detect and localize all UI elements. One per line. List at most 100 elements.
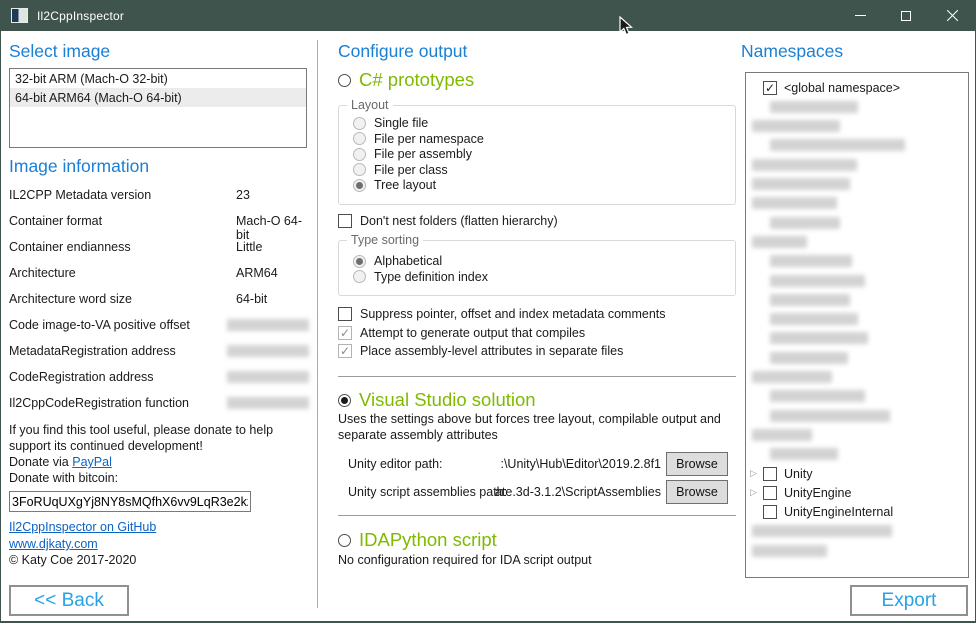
csharp-prototypes-radio[interactable] xyxy=(338,74,351,87)
namespace-item[interactable]: ▷ Unity xyxy=(746,464,968,483)
expander-icon[interactable]: ▷ xyxy=(750,487,762,498)
output-option-label: Suppress pointer, offset and index metad… xyxy=(360,307,666,321)
info-row: Container formatMach-O 64-bit xyxy=(9,214,309,242)
minimize-button[interactable] xyxy=(837,0,883,31)
close-icon xyxy=(947,10,958,21)
visual-studio-label: Visual Studio solution xyxy=(359,389,536,411)
namespace-item-redacted xyxy=(746,232,968,251)
output-option-checkbox[interactable] xyxy=(338,307,352,321)
idapython-radio[interactable] xyxy=(338,534,351,547)
layout-option[interactable]: File per class xyxy=(353,163,448,177)
namespace-item-redacted xyxy=(746,368,968,387)
redacted-namespace xyxy=(770,390,865,402)
export-button[interactable]: Export xyxy=(850,585,968,616)
type-sorting-option[interactable]: Alphabetical xyxy=(353,254,442,268)
visual-studio-option[interactable]: Visual Studio solution xyxy=(338,389,536,411)
browse-editor-path-button[interactable]: Browse xyxy=(666,452,728,476)
redacted-namespace xyxy=(752,178,850,190)
namespace-item-redacted xyxy=(746,290,968,309)
namespace-item-redacted xyxy=(746,329,968,348)
visual-studio-radio[interactable] xyxy=(338,394,351,407)
redacted-namespace xyxy=(770,313,858,325)
layout-option[interactable]: File per assembly xyxy=(353,147,472,161)
namespace-item[interactable]: UnityEngineInternal xyxy=(746,503,968,522)
namespaces-heading: Namespaces xyxy=(741,41,843,62)
redacted-value xyxy=(227,345,309,357)
copyright-text: © Katy Coe 2017-2020 xyxy=(9,553,136,567)
namespace-item-redacted xyxy=(746,425,968,444)
csharp-prototypes-label: C# prototypes xyxy=(359,69,474,91)
namespace-label: UnityEngineInternal xyxy=(784,505,893,519)
info-row-value: 23 xyxy=(236,188,309,202)
info-row-label: IL2CPP Metadata version xyxy=(9,188,236,202)
namespace-item-redacted xyxy=(746,310,968,329)
redacted-namespace xyxy=(770,101,858,113)
layout-radio[interactable] xyxy=(353,117,366,130)
configure-panel: Configure output C# prototypes Layout Si… xyxy=(338,31,736,623)
website-link[interactable]: www.djkaty.com xyxy=(9,537,98,551)
idapython-option[interactable]: IDAPython script xyxy=(338,529,497,551)
layout-option[interactable]: Single file xyxy=(353,116,428,130)
namespace-item[interactable]: ✓<global namespace> xyxy=(746,78,968,97)
namespace-checkbox[interactable] xyxy=(763,505,777,519)
layout-option[interactable]: File per namespace xyxy=(353,132,484,146)
namespace-checkbox[interactable] xyxy=(763,467,777,481)
flatten-hierarchy-checkbox[interactable] xyxy=(338,214,352,228)
redacted-namespace xyxy=(770,294,850,306)
unity-script-path-label: Unity script assemblies path: xyxy=(348,485,507,499)
layout-radio[interactable] xyxy=(353,148,366,161)
donate-text: If you find this tool useful, please don… xyxy=(9,423,273,453)
app-icon xyxy=(11,8,28,23)
image-info-heading: Image information xyxy=(9,156,149,177)
info-row-label: Architecture xyxy=(9,266,236,280)
github-link[interactable]: Il2CppInspector on GitHub xyxy=(9,520,156,534)
namespace-checkbox[interactable]: ✓ xyxy=(763,81,777,95)
namespace-item-redacted xyxy=(746,194,968,213)
expander-icon[interactable]: ▷ xyxy=(750,468,762,479)
redacted-namespace xyxy=(770,255,852,267)
paypal-link[interactable]: PayPal xyxy=(72,455,112,469)
browse-script-path-button[interactable]: Browse xyxy=(666,480,728,504)
left-panel: Select image 32-bit ARM (Mach-O 32-bit)6… xyxy=(9,31,309,623)
output-option[interactable]: Suppress pointer, offset and index metad… xyxy=(338,307,666,321)
output-option-checkbox[interactable]: ✓ xyxy=(338,326,352,340)
bitcoin-address-input[interactable] xyxy=(9,491,251,512)
info-row-label: Code image-to-VA positive offset xyxy=(9,318,227,332)
info-row: IL2CPP Metadata version23 xyxy=(9,188,309,202)
visual-studio-description: Uses the settings above but forces tree … xyxy=(338,412,721,443)
back-button[interactable]: << Back xyxy=(9,585,129,616)
image-listbox[interactable]: 32-bit ARM (Mach-O 32-bit)64-bit ARM64 (… xyxy=(9,68,307,148)
layout-radio[interactable] xyxy=(353,163,366,176)
type-sorting-radio[interactable] xyxy=(353,255,366,268)
layout-radio[interactable] xyxy=(353,179,366,192)
namespace-item-redacted xyxy=(746,387,968,406)
layout-radio[interactable] xyxy=(353,132,366,145)
close-button[interactable] xyxy=(929,0,975,31)
namespaces-list[interactable]: ✓<global namespace> ▷ Unity ▷UnityEngine Uni… xyxy=(745,72,969,578)
namespace-item[interactable]: ▷UnityEngine xyxy=(746,483,968,502)
namespace-checkbox[interactable] xyxy=(763,486,777,500)
image-list-item[interactable]: 64-bit ARM64 (Mach-O 64-bit) xyxy=(10,88,306,107)
image-list-item[interactable]: 32-bit ARM (Mach-O 32-bit) xyxy=(10,69,306,88)
output-option[interactable]: ✓Place assembly-level attributes in sepa… xyxy=(338,344,623,358)
namespace-item-redacted xyxy=(746,406,968,425)
info-row-label: Architecture word size xyxy=(9,292,236,306)
csharp-prototypes-option[interactable]: C# prototypes xyxy=(338,69,474,91)
namespace-item-redacted xyxy=(746,175,968,194)
redacted-namespace xyxy=(770,332,868,344)
info-row-label: Container format xyxy=(9,214,236,242)
namespace-label: Unity xyxy=(784,467,812,481)
output-option-checkbox[interactable]: ✓ xyxy=(338,344,352,358)
type-sorting-option[interactable]: Type definition index xyxy=(353,270,488,284)
flatten-hierarchy-option[interactable]: Don't nest folders (flatten hierarchy) xyxy=(338,214,558,228)
output-option[interactable]: ✓Attempt to generate output that compile… xyxy=(338,326,585,340)
maximize-button[interactable] xyxy=(883,0,929,31)
type-sorting-radio[interactable] xyxy=(353,270,366,283)
redacted-namespace xyxy=(770,410,890,422)
info-row-value: Little xyxy=(236,240,309,254)
layout-label: Tree layout xyxy=(374,178,436,192)
redacted-namespace xyxy=(770,139,905,151)
window-title: Il2CppInspector xyxy=(37,9,124,23)
namespace-item-redacted xyxy=(746,271,968,290)
layout-option[interactable]: Tree layout xyxy=(353,178,436,192)
